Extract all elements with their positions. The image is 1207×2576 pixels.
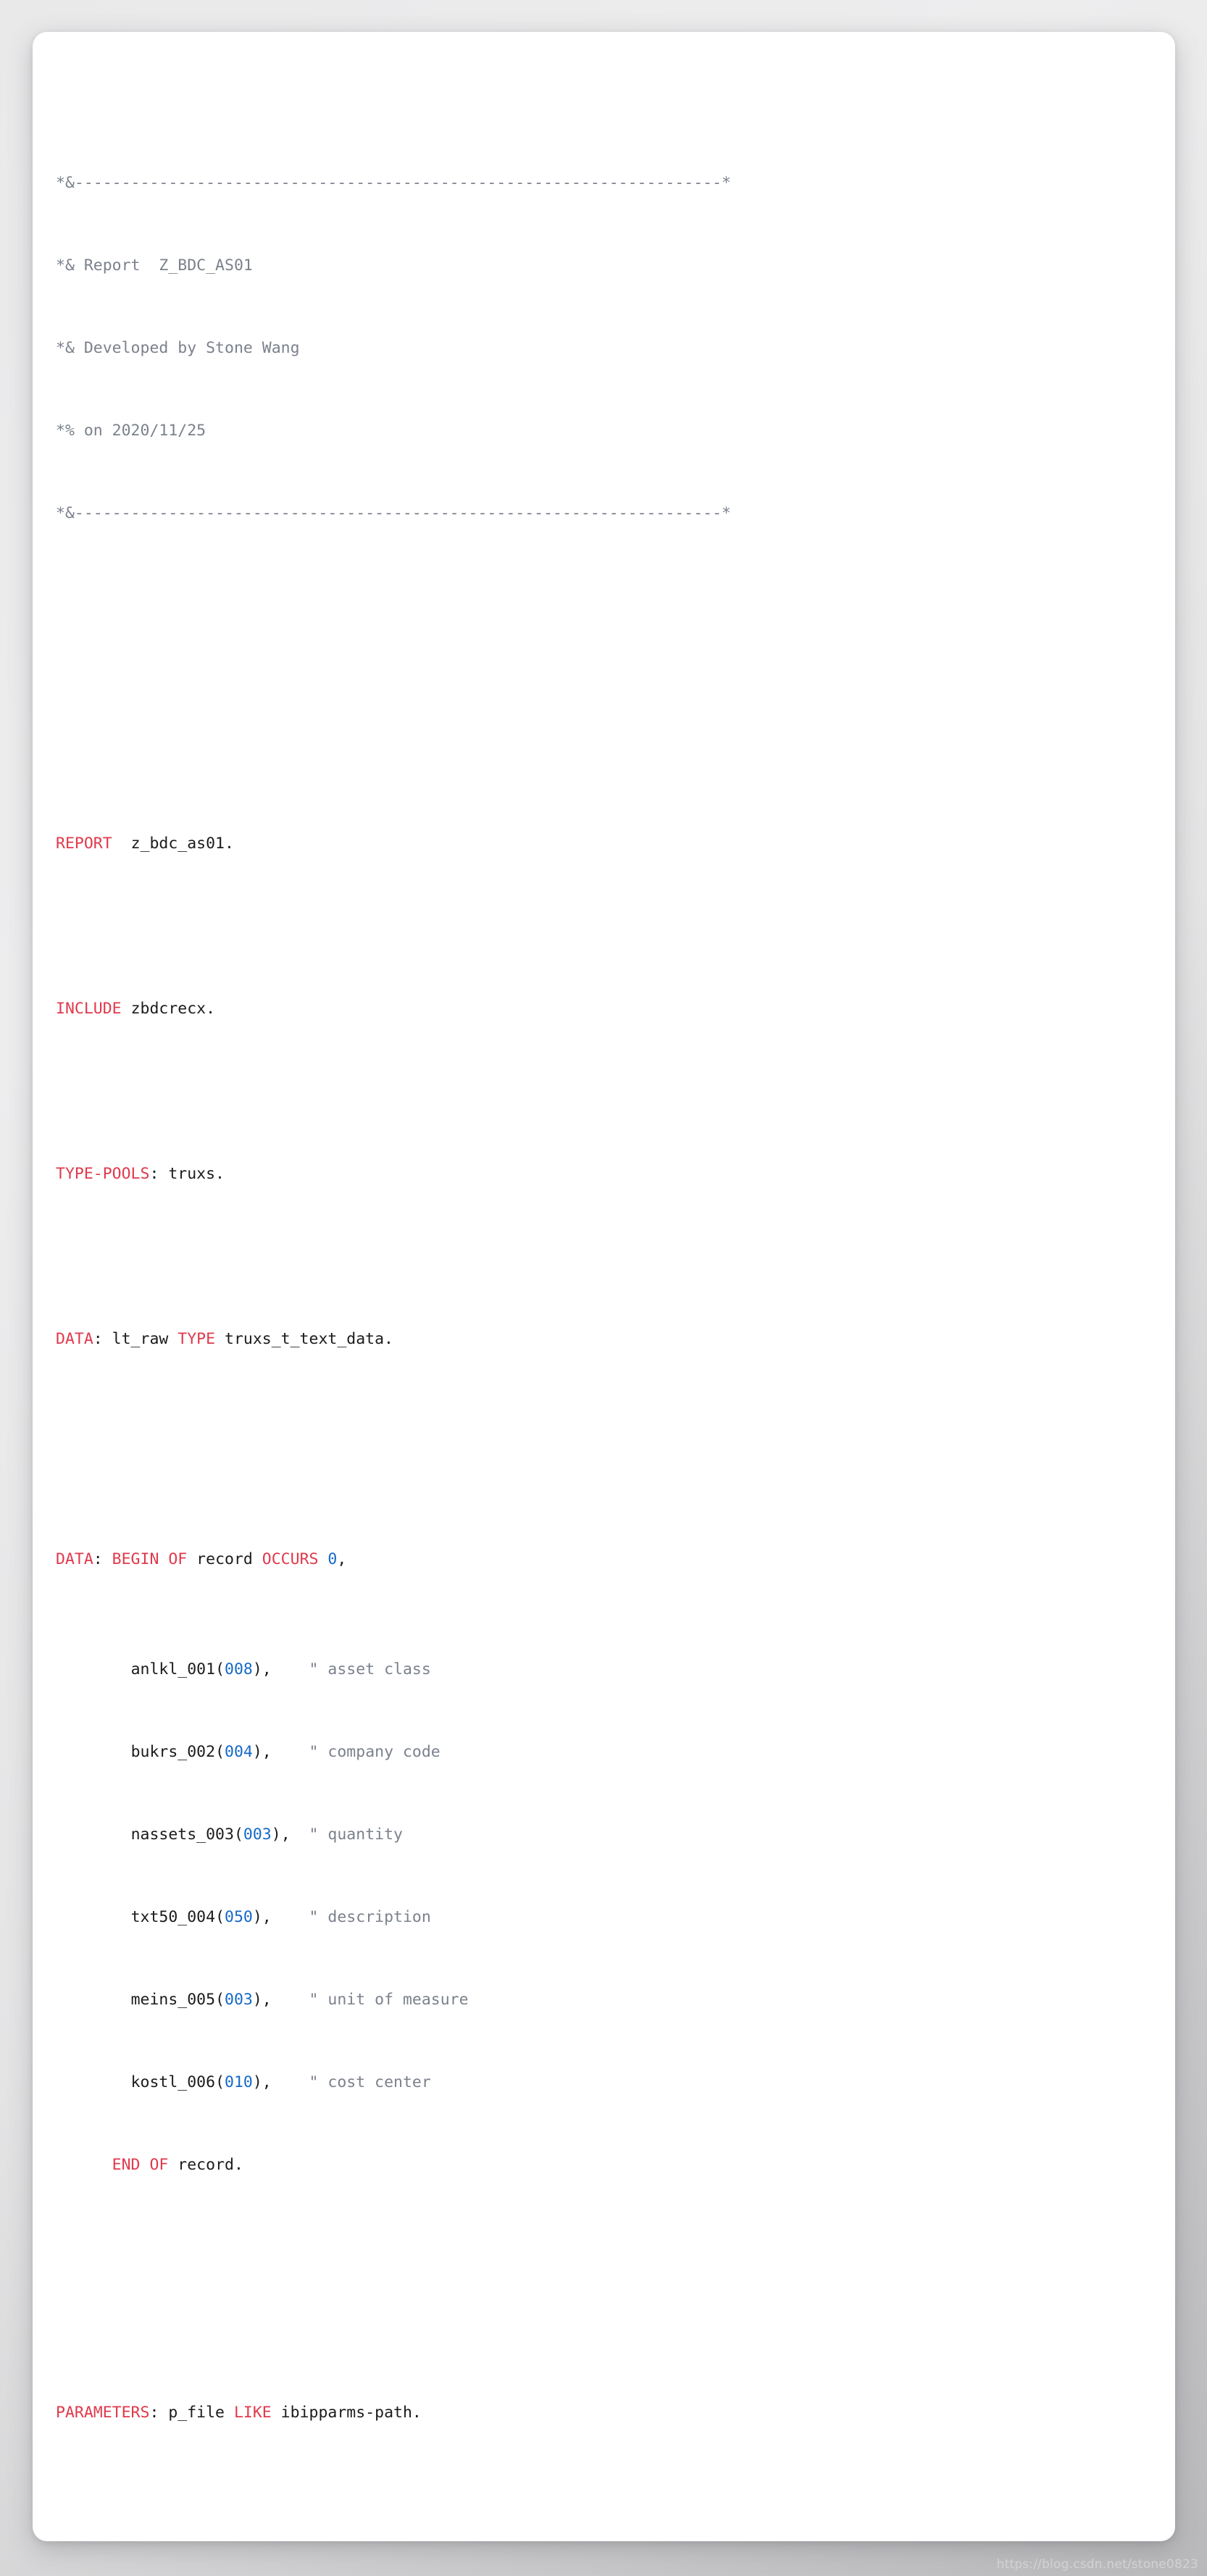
comment-report-title: *& Report Z_BDC_AS01 (56, 256, 253, 275)
record-field-row: bukrs_002(004), " company code (130, 1743, 440, 1761)
record-field-row: meins_005(003), " unit of measure (130, 1991, 469, 2009)
stmt-data-lt-raw: DATA: lt_raw TYPE truxs_t_text_data. (56, 1330, 394, 1348)
stmt-data-begin-of: DATA: BEGIN OF record OCCURS 0, (56, 1550, 347, 1568)
comment-author: *& Developed by Stone Wang (56, 339, 300, 357)
comment-rule: *&--------------------------------------… (56, 504, 731, 522)
code-listing: *&--------------------------------------… (56, 59, 1168, 2541)
record-field-row: anlkl_001(008), " asset class (130, 1660, 431, 1678)
record-field-row: nassets_003(003), " quantity (130, 1826, 403, 1844)
stmt-type-pools: TYPE-POOLS: truxs. (56, 1165, 225, 1183)
record-field-row: kostl_006(010), " cost center (130, 2073, 431, 2091)
stmt-parameters: PARAMETERS: p_file LIKE ibipparms-path. (56, 2404, 422, 2422)
record-field-row: txt50_004(050), " description (130, 1908, 431, 1926)
watermark-url: https://blog.csdn.net/stone0823 (996, 2557, 1198, 2572)
comment-date: *% on 2020/11/25 (56, 422, 206, 440)
code-card: *&--------------------------------------… (33, 32, 1175, 2541)
stmt-include: INCLUDE zbdcrecx. (56, 1000, 216, 1018)
stmt-end-of-record: END OF record. (112, 2156, 243, 2174)
comment-rule: *&--------------------------------------… (56, 174, 731, 192)
stmt-report: REPORT z_bdc_as01. (56, 835, 234, 853)
